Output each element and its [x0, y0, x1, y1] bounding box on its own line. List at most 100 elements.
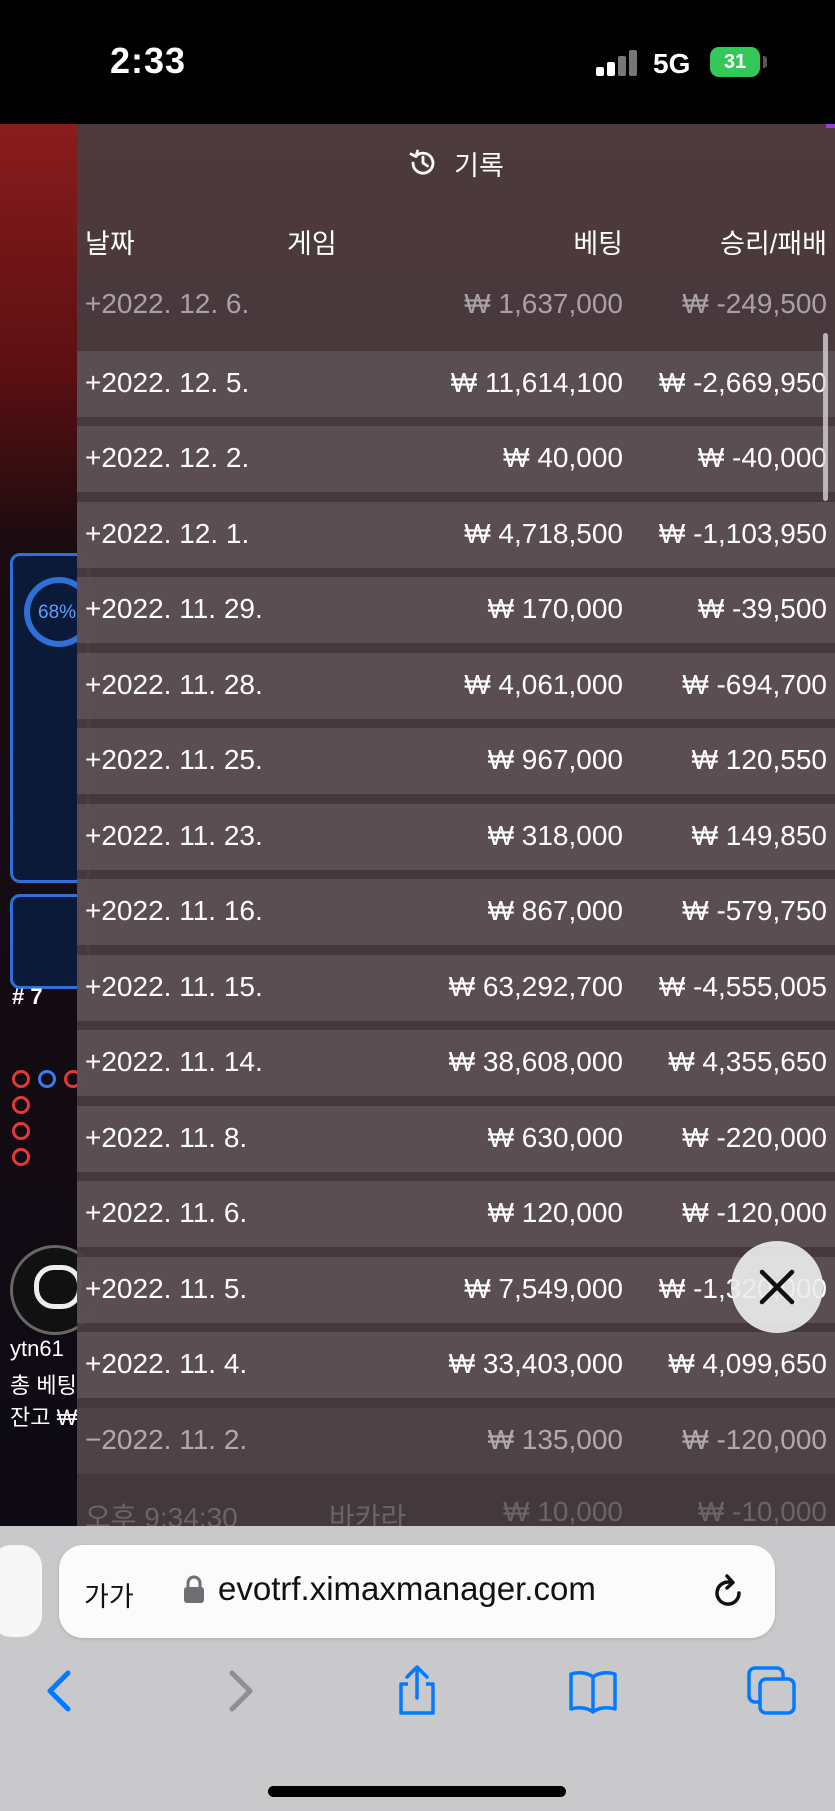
row-bet: ₩ 7,549,000	[464, 1273, 623, 1304]
row-result: ₩ -220,000	[682, 1122, 827, 1153]
row-bet: ₩ 4,718,500	[464, 518, 623, 549]
col-bet: 베팅	[573, 229, 623, 259]
col-date: 날짜	[85, 229, 135, 259]
history-row[interactable]: +2022. 12. 5. ₩ 11,614,100 ₩ -2,669,950	[77, 351, 835, 417]
history-row[interactable]: +2022. 12. 1. ₩ 4,718,500 ₩ -1,103,950	[77, 502, 835, 568]
overlay-accent	[826, 124, 835, 128]
row-date: +2022. 11. 8.	[85, 1122, 248, 1153]
url-text[interactable]: evotrf.ximaxmanager.com	[218, 1570, 596, 1608]
progress-label: 68%	[38, 602, 77, 623]
row-result: ₩ -249,500	[682, 288, 827, 319]
status-time: 2:33	[110, 40, 187, 81]
battery-icon: 31	[710, 47, 760, 77]
network-type: 5G	[653, 48, 691, 79]
row-bet: ₩ 63,292,700	[448, 971, 623, 1002]
row-date: +2022. 11. 25.	[85, 744, 263, 775]
username-label: ytn61	[10, 1336, 64, 1361]
row-date: +2022. 12. 5.	[85, 367, 250, 398]
road-dot	[12, 1070, 30, 1088]
row-bet: ₩ 11,614,100	[450, 367, 623, 398]
row-result: ₩ -40,000	[697, 442, 827, 473]
row-bet: ₩ 40,000	[503, 442, 623, 473]
road-dot	[12, 1096, 30, 1114]
road-dot	[12, 1148, 30, 1166]
history-row[interactable]: +2022. 11. 25. ₩ 967,000 ₩ 120,550	[77, 728, 835, 794]
history-panel[interactable]: 기록 날짜 게임 베팅 승리/패배 +2022. 12. 6. ₩ 1,637,…	[77, 124, 835, 1526]
history-clock-icon	[409, 149, 435, 175]
col-game: 게임	[287, 229, 337, 259]
history-column-headers: 날짜 게임 베팅 승리/패배	[77, 202, 835, 272]
lock-icon	[184, 1575, 204, 1603]
history-row[interactable]: +2022. 11. 5. ₩ 7,549,000 ₩ -1,320,000	[77, 1257, 835, 1323]
row-bet: ₩ 1,637,000	[464, 288, 623, 319]
battery-tip	[763, 56, 767, 68]
row-bet: ₩ 630,000	[487, 1122, 623, 1153]
row-result: ₩ -120,000	[682, 1197, 827, 1228]
row-date: +2022. 12. 6.	[85, 288, 250, 319]
share-icon[interactable]	[391, 1665, 443, 1717]
forward-chevron-icon[interactable]	[214, 1665, 266, 1717]
close-icon	[759, 1269, 795, 1305]
row-date: +2022. 11. 16.	[85, 895, 263, 926]
history-row[interactable]: +2022. 11. 4. ₩ 33,403,000 ₩ 4,099,650	[77, 1332, 835, 1398]
round-label: # 7	[12, 984, 43, 1009]
row-bet: ₩ 967,000	[487, 744, 623, 775]
history-row[interactable]: +2022. 11. 28. ₩ 4,061,000 ₩ -694,700	[77, 653, 835, 719]
row-date: +2022. 11. 14.	[85, 1046, 263, 1077]
row-bet: ₩ 4,061,000	[464, 669, 623, 700]
home-indicator[interactable]	[268, 1786, 566, 1797]
chip-stack-icon	[34, 1265, 82, 1309]
previous-tab-peek[interactable]	[0, 1545, 42, 1637]
close-button[interactable]	[731, 1241, 823, 1333]
col-result: 승리/패배	[720, 229, 827, 259]
tabs-icon[interactable]	[746, 1665, 798, 1717]
road-dot	[38, 1070, 56, 1088]
history-row[interactable]: +2022. 12. 2. ₩ 40,000 ₩ -40,000	[77, 426, 835, 492]
page-format-button[interactable]: 가가	[84, 1575, 134, 1614]
row-result: ₩ 4,355,650	[668, 1046, 827, 1077]
cellular-signal-icon	[596, 50, 638, 76]
history-row[interactable]: +2022. 11. 14. ₩ 38,608,000 ₩ 4,355,650	[77, 1030, 835, 1096]
road-dot	[12, 1122, 30, 1140]
history-row[interactable]: +2022. 11. 29. ₩ 170,000 ₩ -39,500	[77, 577, 835, 643]
row-date: +2022. 11. 28.	[85, 669, 263, 700]
row-date: +2022. 11. 15.	[85, 971, 263, 1002]
row-date: +2022. 12. 2.	[85, 442, 250, 473]
history-detail-row[interactable]: 오후 9:34:30 바카라 ₩ 10,000 ₩ -10,000	[77, 1480, 835, 1526]
history-row[interactable]: +2022. 11. 15. ₩ 63,292,700 ₩ -4,555,005	[77, 955, 835, 1021]
row-bet: ₩ 318,000	[487, 820, 623, 851]
detail-bet: ₩ 10,000	[503, 1496, 623, 1526]
row-result: ₩ -39,500	[697, 593, 827, 624]
row-bet: ₩ 120,000	[487, 1197, 623, 1228]
total-bet-label: 총 베팅	[10, 1373, 77, 1398]
row-result: ₩ -4,555,005	[658, 971, 827, 1002]
history-row[interactable]: +2022. 11. 16. ₩ 867,000 ₩ -579,750	[77, 879, 835, 945]
history-row[interactable]: −2022. 11. 2. ₩ 135,000 ₩ -120,000	[77, 1408, 835, 1474]
row-result: ₩ -1,103,950	[658, 518, 827, 549]
row-date: −2022. 11. 2.	[85, 1424, 248, 1455]
reload-icon[interactable]	[712, 1573, 746, 1609]
row-result: ₩ -579,750	[682, 895, 827, 926]
row-date: +2022. 11. 5.	[85, 1273, 248, 1304]
scrollbar[interactable]	[823, 333, 828, 501]
row-bet: ₩ 170,000	[487, 593, 623, 624]
row-date: +2022. 11. 23.	[85, 820, 263, 851]
history-row[interactable]: +2022. 11. 8. ₩ 630,000 ₩ -220,000	[77, 1106, 835, 1172]
row-bet: ₩ 135,000	[487, 1424, 623, 1455]
battery-level: 31	[723, 51, 747, 73]
row-result: ₩ 120,550	[691, 744, 827, 775]
back-chevron-icon[interactable]	[34, 1665, 86, 1717]
bookmarks-icon[interactable]	[567, 1665, 619, 1717]
row-date: +2022. 12. 1.	[85, 518, 250, 549]
history-row[interactable]: +2022. 11. 6. ₩ 120,000 ₩ -120,000	[77, 1181, 835, 1247]
history-row[interactable]: +2022. 11. 23. ₩ 318,000 ₩ 149,850	[77, 804, 835, 870]
history-row[interactable]: +2022. 12. 6. ₩ 1,637,000 ₩ -249,500	[77, 272, 835, 338]
row-bet: ₩ 38,608,000	[448, 1046, 623, 1077]
balance-label: 잔고 ₩	[10, 1405, 78, 1430]
row-date: +2022. 11. 6.	[85, 1197, 248, 1228]
detail-result: ₩ -10,000	[697, 1496, 827, 1526]
row-result: ₩ -694,700	[682, 669, 827, 700]
row-bet: ₩ 33,403,000	[448, 1348, 623, 1379]
detail-time: 오후 9:34:30	[85, 1502, 238, 1526]
row-date: +2022. 11. 4.	[85, 1348, 248, 1379]
